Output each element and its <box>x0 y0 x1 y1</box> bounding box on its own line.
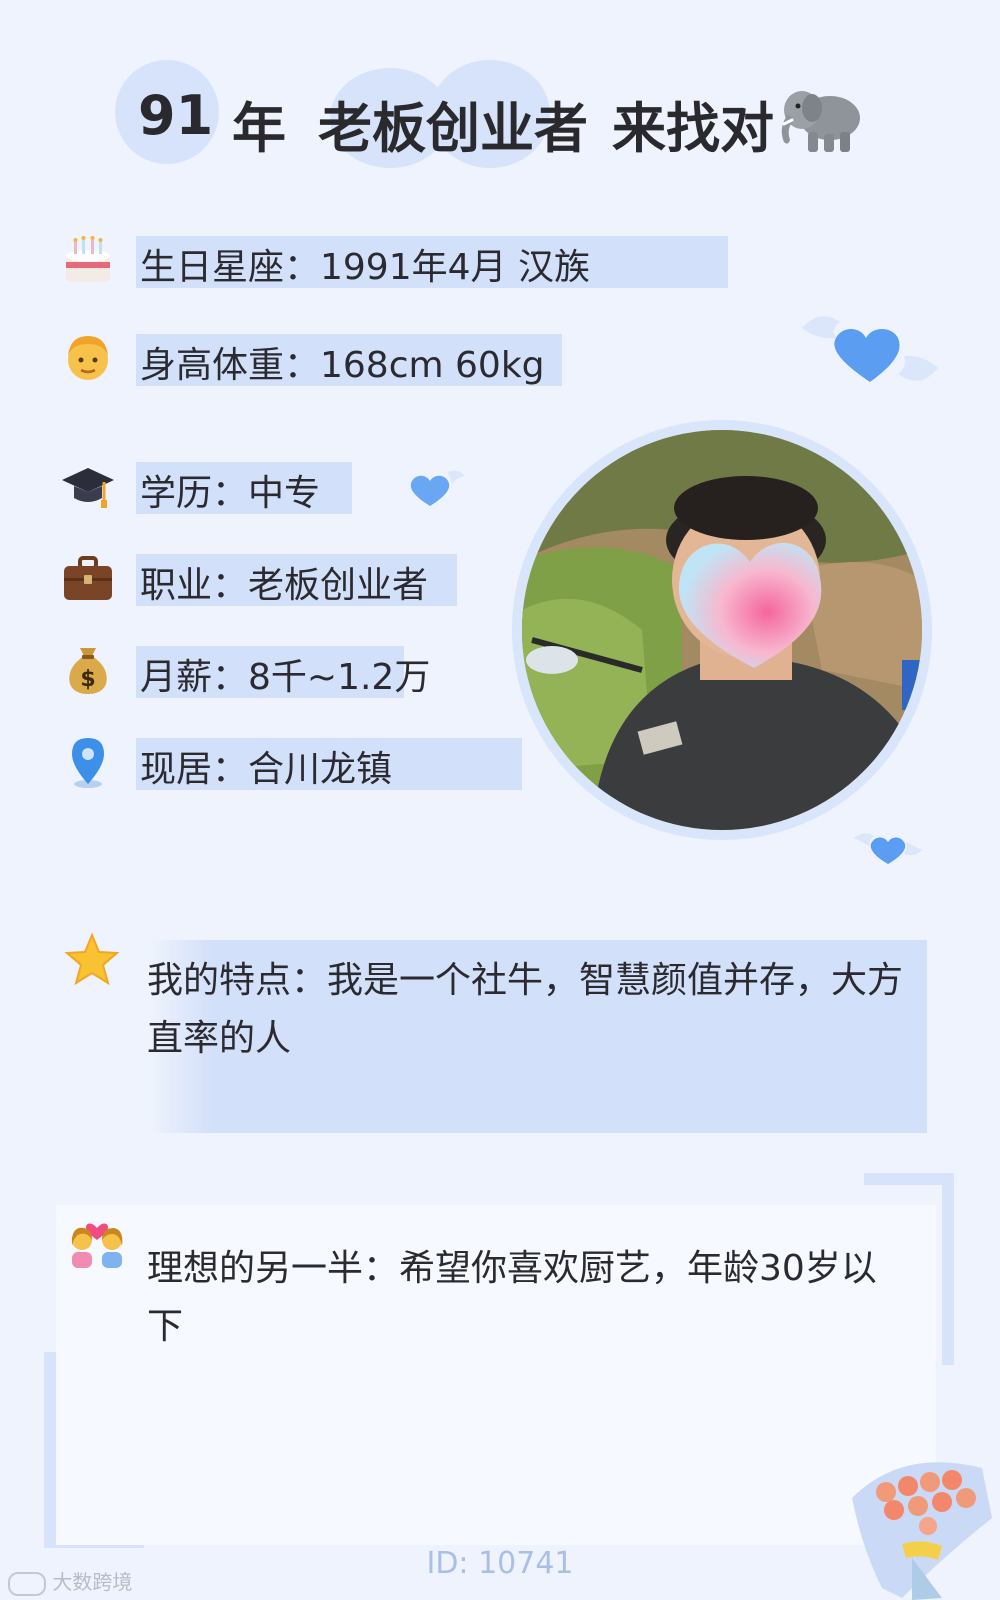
frame-corner <box>864 1173 954 1185</box>
avatar-photo <box>522 430 922 830</box>
elephant-icon <box>781 91 860 152</box>
man-face-icon <box>68 336 108 380</box>
ideal-partner-text: 理想的另一半：希望你喜欢厨艺，年龄30岁以下 <box>147 1248 877 1347</box>
svg-text:$: $ <box>80 667 95 692</box>
birthday-cake-icon <box>66 236 110 282</box>
avatar <box>522 430 922 830</box>
star-icon <box>64 932 120 986</box>
graduation-cap-icon <box>62 468 114 508</box>
location-pin-icon <box>72 738 104 788</box>
money-bag-icon: $ <box>69 648 107 694</box>
frame-corner <box>44 1352 56 1548</box>
salary-text: 月薪：8千~1.2万 <box>140 657 431 698</box>
title-seeking: 来找对 <box>612 97 774 160</box>
occupation-text: 职业：老板创业者 <box>140 565 429 606</box>
watermark-logo-icon <box>8 1571 46 1596</box>
birthday-text: 生日星座：1991年4月 汉族 <box>140 247 590 288</box>
education-text: 学历：中专 <box>140 473 321 514</box>
small-heart-icon <box>854 833 922 864</box>
small-heart-icon <box>410 470 464 506</box>
title-year-suffix: 年 <box>232 97 286 160</box>
title-occupation: 老板创业者 <box>318 97 588 160</box>
profile-id: ID: 10741 <box>426 1546 574 1581</box>
feature-text: 我的特点：我是一个社牛，智慧颜值并存，大方直率的人 <box>147 960 904 1059</box>
residence-text: 现居：合川龙镇 <box>140 749 393 790</box>
height-weight-text: 身高体重：168cm 60kg <box>140 345 545 386</box>
watermark-text: 大数跨境 <box>52 1570 133 1594</box>
watermark: 大数跨境 <box>8 1566 132 1596</box>
briefcase-icon <box>64 556 112 600</box>
title-age: 91 <box>138 84 214 147</box>
couple-heart-icon <box>72 1223 123 1268</box>
profile-card: 91 年 老板创业者 来找对 生日星座：1991年4月 汉族 身高体重：168c… <box>0 0 1000 1600</box>
winged-heart-icon <box>802 316 938 382</box>
frame-corner <box>942 1173 954 1365</box>
